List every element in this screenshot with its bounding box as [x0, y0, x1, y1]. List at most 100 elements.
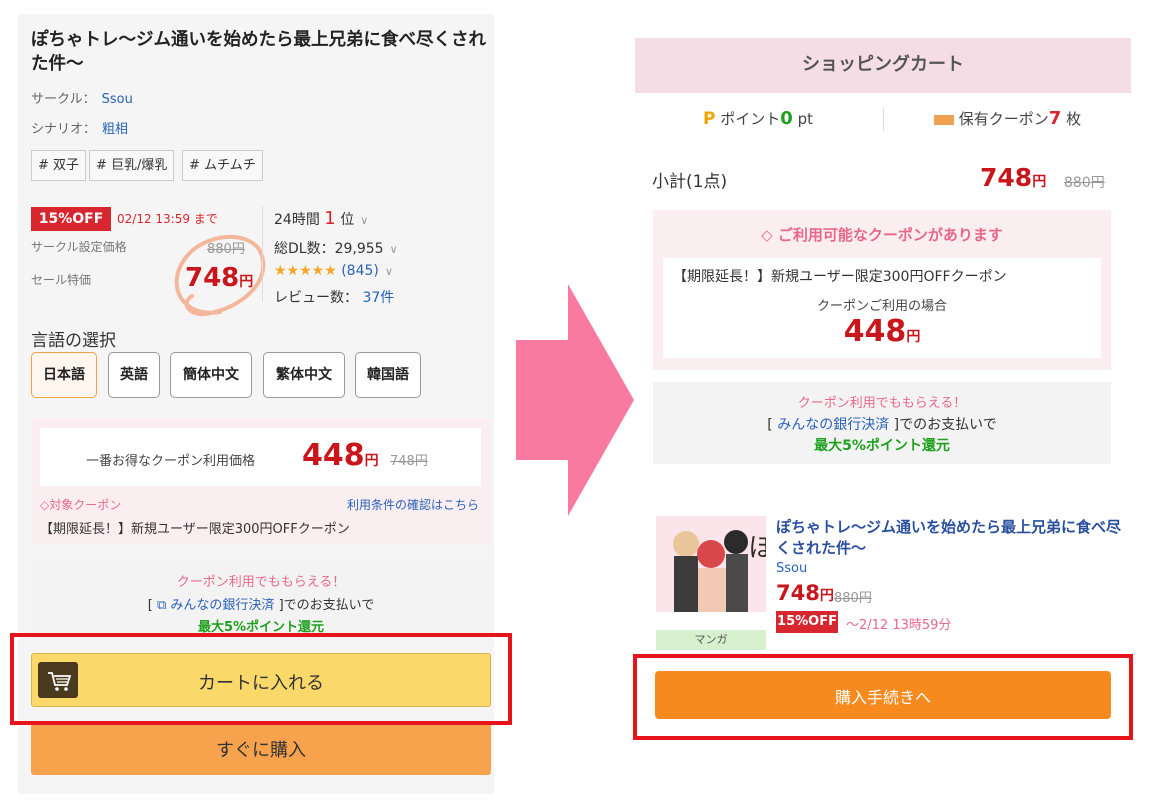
cart-deadline: 〜2/12 13時59分 — [846, 618, 952, 633]
downloads-text: 総DL数：29,955 — [274, 241, 384, 257]
bracket-open: [ — [767, 417, 773, 433]
reviews-label: レビュー数： — [274, 290, 358, 306]
bracket-open: [ — [147, 598, 153, 613]
available-coupon-box: ◇ ご利用可能なクーポンがあります 【期限延長！】新規ユーザー限定300円OFF… — [653, 210, 1111, 370]
yen-unit: 円 — [239, 274, 254, 290]
bank-post-text: ]でのお支払いで — [893, 417, 997, 433]
lang-english-button[interactable]: 英語 — [108, 352, 160, 398]
sale-price-label: セール特価 — [31, 273, 92, 287]
rating-count: (845) — [341, 263, 379, 279]
reviews: レビュー数： 37件 — [274, 287, 394, 307]
tag-icon: ◇ — [40, 498, 50, 512]
terms-link[interactable]: 利用条件の確認はこちら — [347, 496, 479, 513]
cart-product-price-value: 748 — [776, 581, 820, 605]
divider — [883, 108, 884, 131]
tag-twins[interactable]: # 双子 — [31, 150, 87, 181]
best-coupon-box: 一番お得なクーポン利用価格 448円 748円 ◇対象クーポン 利用条件の確認は… — [31, 418, 491, 544]
sale-price-value: 748 — [185, 263, 240, 293]
rating[interactable]: ★★★★★ (845) ∨ — [274, 263, 393, 279]
coupon-price-value: 448 — [843, 314, 907, 349]
bank-promo-box: クーポン利用でももらえる！ [ みんなの銀行決済 ]でのお支払いで 最大5%ポイ… — [653, 382, 1111, 464]
bank-link[interactable]: みんなの銀行決済 — [170, 598, 274, 613]
scenario-label: シナリオ： — [31, 122, 97, 137]
chevron-down-icon: ∨ — [360, 214, 369, 227]
target-coupon-row: ◇対象クーポン — [40, 496, 121, 513]
cart-header: ショッピングカート — [635, 38, 1131, 93]
ranking[interactable]: 24時間 1 位 ∨ — [274, 208, 368, 229]
coupons-value: 7 — [1048, 108, 1062, 129]
bank-line: [ みんなの銀行決済 ]でのお支払いで — [653, 414, 1111, 434]
highlight-frame-checkout — [633, 654, 1133, 740]
highlight-frame-cart — [10, 633, 512, 725]
chevron-down-icon: ∨ — [389, 243, 398, 256]
arrow-right-icon — [516, 284, 634, 516]
cart-product-title[interactable]: ぽちゃトレ〜ジム通いを始めたら最上兄弟に食べ尽くされた件〜 — [776, 517, 1121, 559]
chevron-down-icon: ∨ — [384, 265, 393, 278]
coupons-unit: 枚 — [1066, 110, 1082, 128]
language-title: 言語の選択 — [31, 331, 116, 351]
best-coupon-old-price: 748円 — [390, 454, 428, 469]
points-label: ポイント — [720, 110, 781, 128]
downloads[interactable]: 総DL数：29,955 ∨ — [274, 238, 398, 258]
buy-now-label: すぐに購入 — [216, 740, 306, 761]
product-thumbnail[interactable]: ぽ — [656, 516, 766, 612]
svg-text:ぽ: ぽ — [749, 533, 766, 563]
list-price-label: サークル設定価格 — [31, 240, 127, 254]
lang-traditional-chinese-button[interactable]: 繁体中文 — [263, 352, 345, 398]
bank-post-text: ]でのお支払いで — [278, 598, 375, 613]
coupon-card[interactable]: 【期限延長！】新規ユーザー限定300円OFFクーポン クーポンご利用の場合 44… — [663, 258, 1101, 358]
subtotal-old-price: 880円 — [1064, 175, 1105, 191]
best-coupon-label: 一番お得なクーポン利用価格 — [86, 454, 256, 469]
best-coupon-price-value: 448 — [302, 438, 365, 473]
target-coupon-label: 対象クーポン — [49, 498, 122, 512]
sale-price: 748円 — [185, 263, 253, 293]
scenario-row: シナリオ： 粗相 — [31, 118, 128, 137]
bank-line: [ ⧉ みんなの銀行決済 ]でのお支払いで — [31, 594, 491, 613]
lang-simplified-chinese-button[interactable]: 簡体中文 — [170, 352, 252, 398]
tag-chubby[interactable]: # ムチムチ — [182, 150, 263, 181]
external-link-icon: ⧉ — [156, 598, 167, 613]
rank-unit: 位 — [340, 212, 355, 228]
product-category: マンガ — [656, 630, 766, 650]
circle-link[interactable]: Ssou — [102, 92, 133, 107]
coupon-name: 【期限延長！】新規ユーザー限定300円OFFクーポン — [673, 269, 1007, 285]
tag-big-breasts[interactable]: # 巨乳/爆乳 — [89, 150, 175, 181]
bank-link[interactable]: みんなの銀行決済 — [777, 417, 889, 433]
lang-korean-button[interactable]: 韓国語 — [355, 352, 421, 398]
star-rating-icon: ★★★★★ — [274, 263, 337, 279]
scenario-link[interactable]: 粗相 — [102, 122, 128, 137]
cart-discount-badge: 15%OFF — [776, 611, 838, 633]
cart-product-old-price: 880円 — [834, 591, 872, 606]
bank-headline: クーポン利用でももらえる！ — [797, 396, 967, 411]
reviews-link[interactable]: 37件 — [362, 290, 394, 306]
lang-japanese-button[interactable]: 日本語 — [31, 352, 97, 398]
coupon-ticket-icon — [934, 114, 954, 125]
bank-reward: 最大5%ポイント還元 — [814, 438, 950, 454]
rank-label: 24時間 — [274, 212, 320, 228]
coupon-price: 448円 — [663, 314, 1101, 349]
yen-unit: 円 — [819, 588, 834, 604]
rank-value: 1 — [324, 208, 336, 229]
best-coupon-price: 448円 — [302, 438, 379, 473]
tag-icon: ◇ — [761, 226, 773, 244]
coupon-name: 【期限延長！】新規ユーザー限定300円OFFクーポン — [40, 522, 350, 537]
circle-label: サークル： — [31, 92, 96, 107]
yen-unit: 円 — [906, 329, 921, 345]
discount-badge: 15%OFF — [31, 207, 111, 231]
bank-headline: クーポン利用でももらえる！ — [176, 575, 346, 590]
subtotal-price: 748円 — [980, 163, 1046, 192]
yen-unit: 円 — [1032, 174, 1047, 190]
coupon-available-row: ◇ ご利用可能なクーポンがあります — [653, 224, 1111, 245]
bank-promo-box: クーポン利用でももらえる！ [ ⧉ みんなの銀行決済 ]でのお支払いで 最大5%… — [31, 562, 491, 642]
coupon-use-label: クーポンご利用の場合 — [816, 299, 947, 314]
divider — [262, 206, 263, 302]
points-value: 0 — [780, 108, 793, 129]
coupons-label: 保有クーポン — [958, 110, 1049, 128]
coupon-available-text: ご利用可能なクーポンがあります — [777, 226, 1003, 244]
subtotal-label: 小計(1点) — [652, 172, 728, 192]
cart-product-circle[interactable]: Ssou — [776, 561, 807, 576]
coupons-row[interactable]: 保有クーポン7 枚 — [934, 108, 1081, 129]
buy-now-button[interactable]: すぐに購入 — [31, 723, 491, 775]
best-coupon-price-card: 一番お得なクーポン利用価格 448円 748円 — [40, 428, 481, 486]
subtotal-price-value: 748 — [980, 163, 1033, 192]
